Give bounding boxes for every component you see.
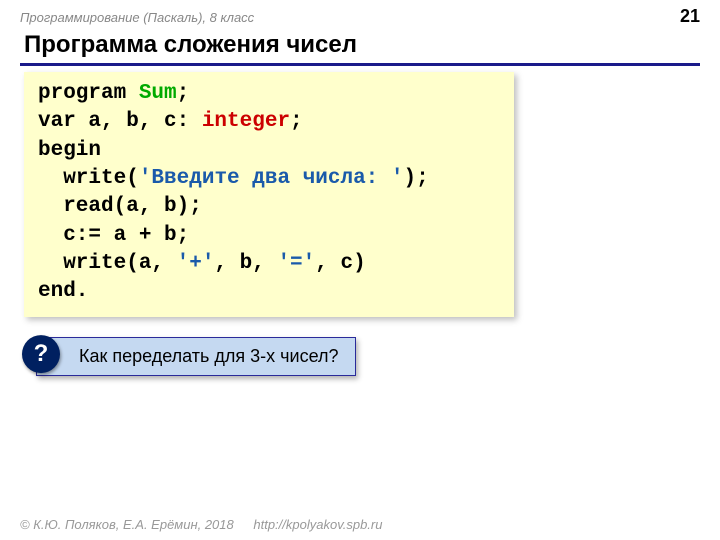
code-line: program Sum; [38,80,500,108]
header-subject: Программирование (Паскаль), 8 класс [20,10,254,25]
footer-credit: © К.Ю. Поляков, Е.А. Ерёмин, 2018 [20,517,234,532]
slide-footer: © К.Ю. Поляков, Е.А. Ерёмин, 2018 http:/… [20,517,382,532]
header-page-number: 21 [680,6,700,27]
question-callout: ? Как переделать для 3-х чисел? [36,337,720,376]
title-underline [20,63,700,66]
code-line: begin [38,137,500,165]
question-mark-icon: ? [22,335,60,373]
footer-url: http://kpolyakov.spb.ru [253,517,382,532]
code-line: write(a, '+', b, '=', c) [38,250,500,278]
code-line: var a, b, c: integer; [38,108,500,136]
code-block: program Sum; var a, b, c: integer; begin… [24,72,514,317]
code-line: write('Введите два числа: '); [38,165,500,193]
slide-title: Программа сложения чисел [0,29,720,63]
code-line: end. [38,278,500,306]
code-line: c:= a + b; [38,222,500,250]
question-text: Как переделать для 3-х чисел? [36,337,356,376]
slide-header: Программирование (Паскаль), 8 класс 21 [0,0,720,29]
code-line: read(a, b); [38,193,500,221]
